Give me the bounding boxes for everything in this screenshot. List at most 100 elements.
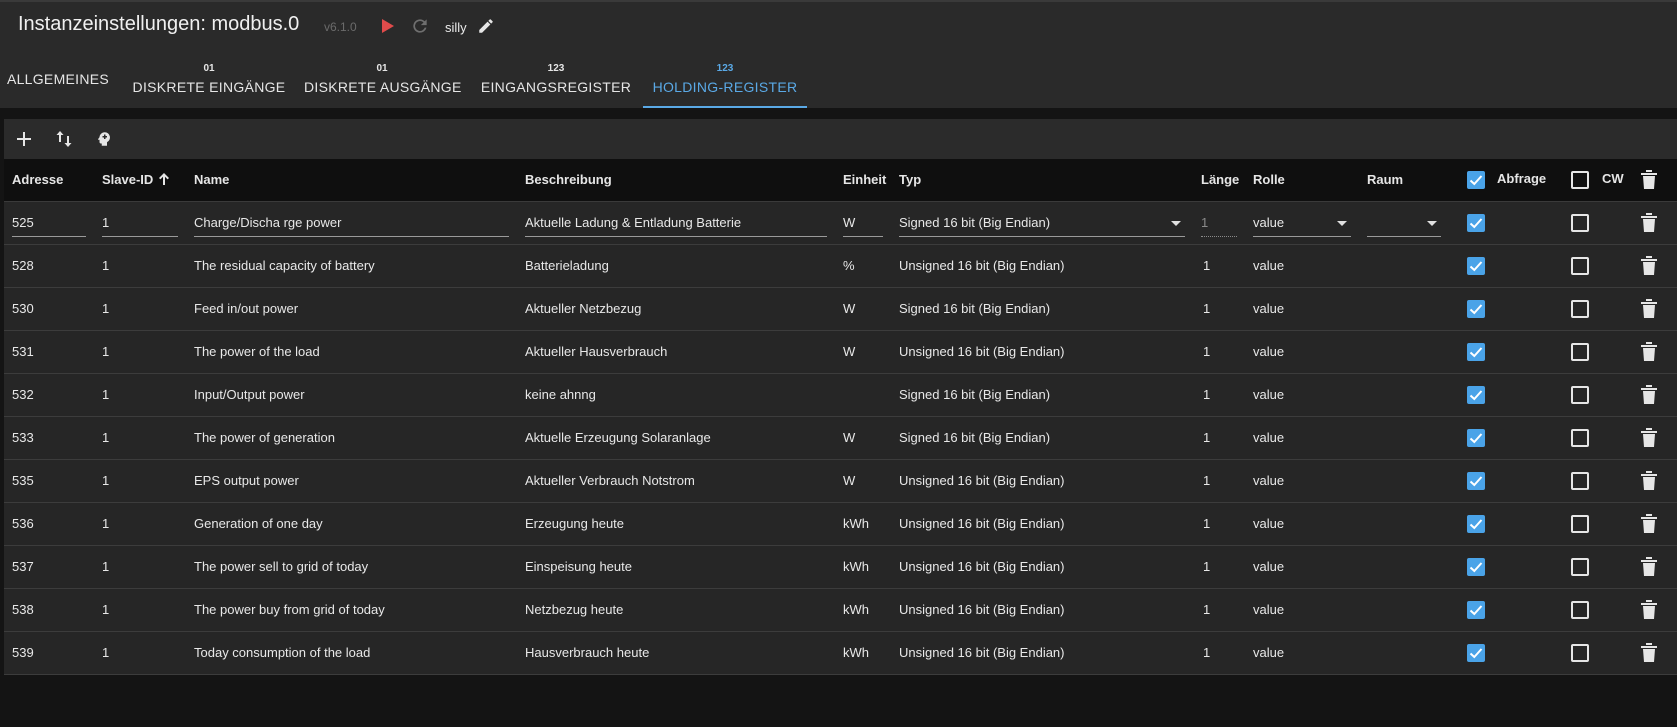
play-icon[interactable] (376, 14, 400, 38)
role-cell: value (1253, 645, 1285, 660)
trash-icon[interactable] (1641, 643, 1657, 663)
cw-checkbox[interactable] (1571, 429, 1589, 447)
name-cell: EPS output power (194, 473, 299, 488)
poll-checkbox[interactable] (1467, 214, 1485, 232)
poll-checkbox[interactable] (1467, 257, 1485, 275)
cw-checkbox[interactable] (1571, 601, 1589, 619)
name-cell: Generation of one day (194, 516, 323, 531)
col-name[interactable]: Name (194, 172, 229, 187)
head-icon[interactable] (92, 127, 116, 151)
table-row[interactable]: 538 1 The power buy from grid of today N… (4, 589, 1677, 632)
poll-checkbox[interactable] (1467, 644, 1485, 662)
cw-all-checkbox[interactable] (1571, 171, 1589, 189)
restart-icon[interactable] (408, 14, 432, 38)
poll-checkbox[interactable] (1467, 429, 1485, 447)
trash-icon[interactable] (1641, 557, 1657, 577)
cw-checkbox[interactable] (1571, 644, 1589, 662)
col-length[interactable]: Länge (1201, 172, 1239, 187)
table-row[interactable]: 531 1 The power of the load Aktueller Ha… (4, 331, 1677, 374)
col-slave-id[interactable]: Slave-ID (102, 172, 153, 187)
slave-id-input[interactable]: 1 (102, 212, 178, 237)
tab-diskrete-eingaenge[interactable]: 01 DISKRETE EINGÄNGE (130, 50, 288, 108)
role-cell: value (1253, 258, 1285, 273)
poll-checkbox[interactable] (1467, 472, 1485, 490)
tab-eingangsregister[interactable]: 123 EINGANGSREGISTER (476, 50, 636, 108)
description-cell: Aktueller Verbrauch Notstrom (525, 473, 695, 488)
role-select[interactable]: value (1253, 212, 1351, 237)
length-cell: 1 (1203, 301, 1211, 316)
address-cell: 538 (12, 602, 34, 617)
table-row[interactable]: 530 1 Feed in/out power Aktueller Netzbe… (4, 288, 1677, 331)
trash-icon[interactable] (1641, 428, 1657, 448)
poll-all-checkbox[interactable] (1467, 171, 1485, 189)
address-input[interactable]: 525 (12, 212, 86, 237)
col-role[interactable]: Rolle (1253, 172, 1285, 187)
table-row[interactable]: 536 1 Generation of one day Erzeugung he… (4, 503, 1677, 546)
col-room[interactable]: Raum (1367, 172, 1403, 187)
table-row[interactable]: 525 1 Charge/Discha rge power Aktuelle L… (4, 202, 1677, 245)
type-select[interactable]: Signed 16 bit (Big Endian) (899, 212, 1185, 237)
col-description[interactable]: Beschreibung (525, 172, 612, 187)
col-unit[interactable]: Einheit (843, 172, 886, 187)
slave-id-cell: 1 (102, 387, 110, 402)
tab-holding-register[interactable]: 123 HOLDING-REGISTER (643, 50, 807, 108)
table-row[interactable]: 533 1 The power of generation Aktuelle E… (4, 417, 1677, 460)
name-input[interactable]: Charge/Discha rge power (194, 212, 509, 237)
table-row[interactable]: 532 1 Input/Output power keine ahnng Sig… (4, 374, 1677, 417)
tab-allgemeines[interactable]: ALLGEMEINES (0, 50, 116, 108)
trash-icon[interactable] (1641, 170, 1657, 190)
table-row[interactable]: 528 1 The residual capacity of battery B… (4, 245, 1677, 288)
table-row[interactable]: 539 1 Today consumption of the load Haus… (4, 632, 1677, 675)
poll-checkbox[interactable] (1467, 558, 1485, 576)
slave-id-cell: 1 (102, 516, 110, 531)
unit-cell: W (843, 301, 856, 316)
cw-checkbox[interactable] (1571, 472, 1589, 490)
table-row[interactable]: 535 1 EPS output power Aktueller Verbrau… (4, 460, 1677, 503)
poll-checkbox[interactable] (1467, 386, 1485, 404)
tab-label: DISKRETE AUSGÄNGE (304, 79, 462, 95)
trash-icon[interactable] (1641, 514, 1657, 534)
cw-checkbox[interactable] (1571, 515, 1589, 533)
unit-input[interactable]: W (843, 212, 883, 237)
length-cell: 1 (1203, 516, 1211, 531)
description-cell: Aktuelle Erzeugung Solaranlage (525, 430, 711, 445)
trash-icon[interactable] (1641, 600, 1657, 620)
poll-checkbox[interactable] (1467, 601, 1485, 619)
table-row[interactable]: 537 1 The power sell to grid of today Ei… (4, 546, 1677, 589)
trash-icon[interactable] (1641, 385, 1657, 405)
type-cell: Signed 16 bit (Big Endian) (899, 301, 1051, 316)
trash-icon[interactable] (1641, 342, 1657, 362)
pencil-icon[interactable] (474, 14, 498, 38)
page-title: Instanzeinstellungen: modbus.0 (18, 13, 300, 35)
tab-label: HOLDING-REGISTER (652, 79, 798, 95)
slave-id-cell: 1 (102, 473, 110, 488)
col-type[interactable]: Typ (899, 172, 921, 187)
cw-checkbox[interactable] (1571, 300, 1589, 318)
tab-diskrete-ausgaenge[interactable]: 01 DISKRETE AUSGÄNGE (304, 50, 462, 108)
cw-checkbox[interactable] (1571, 214, 1589, 232)
table-toolbar (4, 119, 1677, 159)
plus-icon[interactable] (12, 127, 36, 151)
cw-checkbox[interactable] (1571, 343, 1589, 361)
poll-checkbox[interactable] (1467, 300, 1485, 318)
trash-icon[interactable] (1641, 471, 1657, 491)
col-cw: CW (1602, 171, 1624, 186)
arrow-up-icon (158, 172, 170, 191)
role-cell: value (1253, 344, 1285, 359)
trash-icon[interactable] (1641, 256, 1657, 276)
type-cell: Signed 16 bit (Big Endian) (899, 430, 1051, 445)
poll-checkbox[interactable] (1467, 515, 1485, 533)
description-cell: Aktueller Netzbezug (525, 301, 642, 316)
cw-checkbox[interactable] (1571, 558, 1589, 576)
col-address[interactable]: Adresse (12, 172, 63, 187)
cw-checkbox[interactable] (1571, 257, 1589, 275)
cw-checkbox[interactable] (1571, 386, 1589, 404)
swap-vertical-icon[interactable] (52, 127, 76, 151)
trash-icon[interactable] (1641, 299, 1657, 319)
role-cell: value (1253, 473, 1285, 488)
description-input[interactable]: Aktuelle Ladung & Entladung Batterie (525, 212, 827, 237)
room-select[interactable] (1367, 212, 1441, 237)
trash-icon[interactable] (1641, 213, 1657, 233)
slave-id-cell: 1 (102, 344, 110, 359)
poll-checkbox[interactable] (1467, 343, 1485, 361)
